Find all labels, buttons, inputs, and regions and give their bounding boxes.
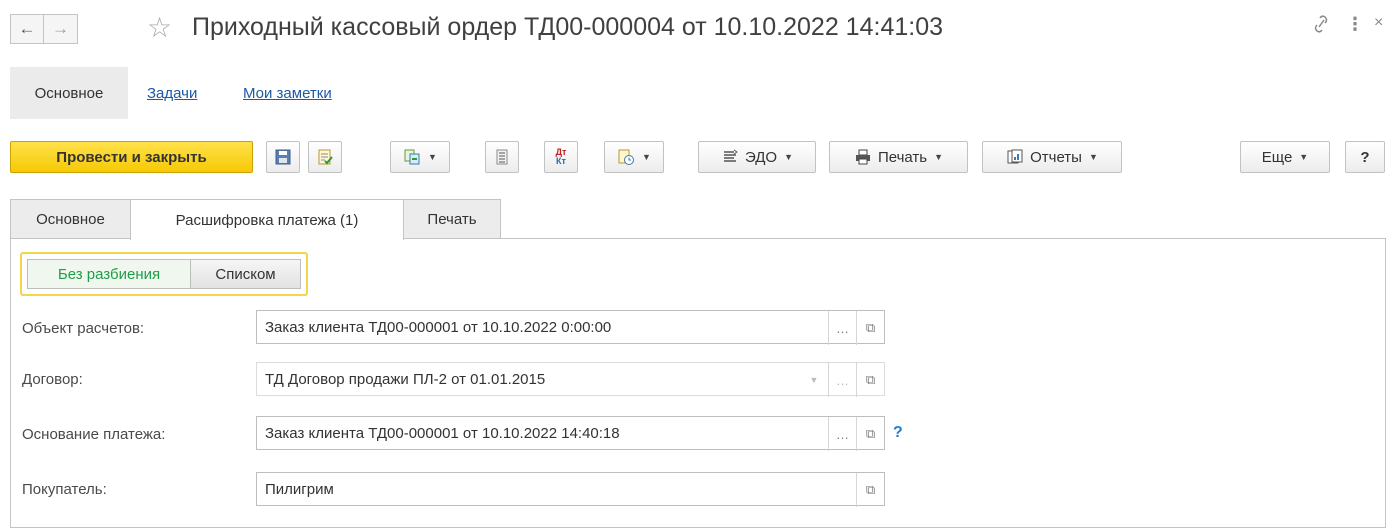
- toggle-without-split[interactable]: Без разбиения: [27, 259, 191, 289]
- object-label: Объект расчетов:: [22, 320, 145, 337]
- print-label: Печать: [877, 148, 928, 166]
- chevron-down-icon: ▼: [934, 152, 944, 162]
- select-button[interactable]: …: [828, 417, 856, 451]
- edo-button[interactable]: ЭДО ▼: [698, 141, 816, 173]
- star-icon[interactable]: ☆: [147, 11, 172, 44]
- open-icon[interactable]: ⧉: [856, 473, 884, 507]
- tab-payment-breakdown[interactable]: Расшифровка платежа (1): [130, 199, 404, 240]
- open-icon[interactable]: ⧉: [856, 363, 884, 397]
- forward-button[interactable]: →: [44, 14, 78, 44]
- arrow-left-icon: ←: [18, 19, 36, 38]
- open-icon[interactable]: ⧉: [856, 311, 884, 345]
- chevron-down-icon[interactable]: ▼: [800, 363, 828, 397]
- section-tasks-link[interactable]: Задачи: [147, 85, 197, 102]
- contract-field[interactable]: ТД Договор продажи ПЛ-2 от 01.01.2015 ▼ …: [256, 362, 885, 397]
- document-post-icon: [316, 148, 334, 166]
- basis-help-icon[interactable]: ?: [893, 424, 903, 442]
- link-icon[interactable]: [1312, 14, 1330, 39]
- close-icon[interactable]: ×: [1374, 14, 1383, 32]
- buyer-value: Пилигрим: [265, 480, 334, 498]
- toggle-list[interactable]: Списком: [190, 259, 301, 289]
- basis-field[interactable]: Заказ клиента ТД00-000001 от 10.10.2022 …: [256, 416, 885, 451]
- reports-label: Отчеты: [1030, 148, 1082, 166]
- select-button[interactable]: …: [828, 311, 856, 345]
- more-label: Еще: [1261, 148, 1293, 166]
- print-button[interactable]: Печать ▼: [829, 141, 968, 173]
- post-button[interactable]: [308, 141, 342, 173]
- reports-button[interactable]: Отчеты ▼: [982, 141, 1122, 173]
- object-field[interactable]: Заказ клиента ТД00-000001 от 10.10.2022 …: [256, 310, 885, 345]
- back-button[interactable]: ←: [10, 14, 44, 44]
- help-button[interactable]: ?: [1345, 141, 1385, 173]
- dt-kt-button[interactable]: Дт Кт: [544, 141, 578, 173]
- contract-value: ТД Договор продажи ПЛ-2 от 01.01.2015: [265, 370, 546, 388]
- attachments-button[interactable]: ▼: [604, 141, 664, 173]
- buyer-field[interactable]: Пилигрим ⧉: [256, 472, 885, 507]
- section-main[interactable]: Основное: [10, 67, 128, 119]
- tab-print[interactable]: Печать: [403, 199, 501, 239]
- chevron-down-icon: ▼: [1088, 152, 1098, 162]
- chevron-down-icon: ▼: [642, 152, 651, 162]
- tab-main[interactable]: Основное: [10, 199, 131, 239]
- chevron-down-icon: ▼: [1299, 152, 1309, 162]
- create-based-on-button[interactable]: ▼: [390, 141, 450, 173]
- object-value: Заказ клиента ТД00-000001 от 10.10.2022 …: [265, 318, 612, 336]
- more-button[interactable]: Еще ▼: [1240, 141, 1330, 173]
- page-title: Приходный кассовый ордер ТД00-000004 от …: [192, 13, 944, 41]
- contract-label: Договор:: [22, 371, 83, 388]
- buyer-label: Покупатель:: [22, 481, 107, 498]
- report-icon: [1006, 148, 1024, 166]
- create-based-icon: [403, 148, 421, 166]
- more-vertical-icon[interactable]: ⋮: [1346, 14, 1364, 35]
- list-icon: [493, 148, 511, 166]
- arrow-right-icon: →: [52, 19, 69, 38]
- basis-value: Заказ клиента ТД00-000001 от 10.10.2022 …: [265, 424, 620, 442]
- chevron-down-icon: ▼: [784, 152, 794, 162]
- basis-label: Основание платежа:: [22, 426, 166, 443]
- edo-label: ЭДО: [744, 148, 778, 166]
- edo-icon: [721, 148, 739, 166]
- section-notes-link[interactable]: Мои заметки: [243, 85, 332, 102]
- post-and-close-button[interactable]: Провести и закрыть: [10, 141, 253, 173]
- open-icon[interactable]: ⧉: [856, 417, 884, 451]
- chevron-down-icon: ▼: [428, 152, 437, 162]
- debit-credit-icon: Дт Кт: [555, 147, 567, 166]
- select-button[interactable]: …: [828, 363, 856, 397]
- structure-button[interactable]: [485, 141, 519, 173]
- save-icon: [274, 148, 292, 166]
- save-button[interactable]: [266, 141, 300, 173]
- printer-icon: [854, 148, 872, 166]
- document-clock-icon: [617, 148, 635, 166]
